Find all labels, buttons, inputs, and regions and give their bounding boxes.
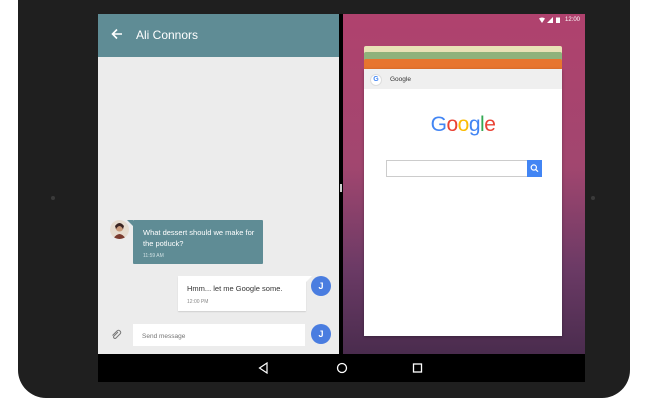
bezel-sensor-left [51,196,55,200]
compose-box [133,324,305,348]
split-handle[interactable] [340,184,342,192]
back-arrow-icon[interactable] [110,27,124,41]
battery-icon [556,17,560,23]
google-logo: Google [430,113,496,136]
incoming-message-text: What dessert should we make for the potl… [143,228,255,248]
search-icon [530,164,539,173]
outgoing-message-text: Hmm... let me Google some. [187,284,283,293]
send-avatar-button[interactable]: J [311,324,331,344]
tablet-frame: Ali Connors What dessert should we make … [18,0,630,398]
message-input[interactable] [140,324,304,348]
home-nav-icon[interactable] [336,362,348,374]
app-bar: Ali Connors [98,14,339,57]
status-time: 12:00 [564,17,580,23]
outgoing-message-time: 12:00 PM [187,299,209,305]
card-header: G Google [364,69,562,89]
contact-name: Ali Connors [136,28,199,42]
screen: Ali Connors What dessert should we make … [98,14,585,382]
google-g-icon: G [370,74,382,86]
navigation-bar [98,354,585,382]
attachment-icon[interactable] [110,329,122,341]
messaging-app: Ali Connors What dessert should we make … [98,14,339,354]
wifi-icon [539,17,545,23]
back-nav-icon[interactable] [258,362,268,374]
recents-nav-icon[interactable] [412,362,423,374]
status-bar: 12:00 [343,14,585,28]
outgoing-message-bubble: Hmm... let me Google some. 12:00 PM [178,276,312,311]
incoming-message-time: 11:59 AM [143,253,164,259]
google-search-button[interactable] [527,160,542,177]
card-title: Google [390,76,411,83]
recents-pane: 12:00 G Google Google [343,14,585,354]
signal-icon [547,17,553,23]
bezel-sensor-right [591,196,595,200]
recent-card-google[interactable]: G Google Google [364,69,562,336]
user-avatar: J [311,276,331,296]
google-search-input[interactable] [386,160,529,177]
incoming-message-bubble: What dessert should we make for the potl… [127,220,263,264]
